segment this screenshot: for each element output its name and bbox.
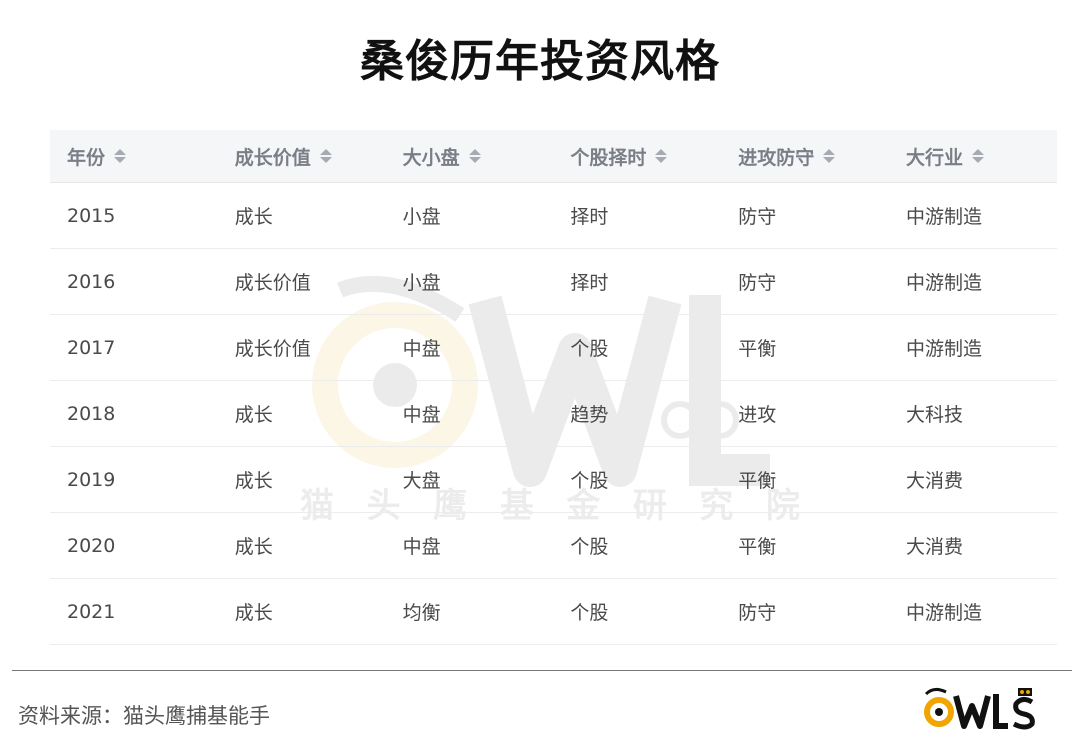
table-cell: 进攻	[738, 404, 777, 426]
table-cell: 大消费	[905, 470, 963, 492]
table-cell: 趋势	[570, 404, 609, 426]
table-cell: 2017	[67, 336, 116, 359]
owls-logo-icon	[924, 687, 1035, 730]
table-cell: 成长	[234, 602, 273, 624]
table-row: 2017 成长价值 中盘 个股 平衡 中游制造	[50, 315, 1057, 381]
table-cell: 大消费	[905, 536, 963, 558]
table-cell: 平衡	[738, 536, 777, 558]
column-header-year[interactable]: 年份	[50, 143, 218, 170]
sort-icon[interactable]	[468, 149, 481, 163]
table-cell: 小盘	[402, 206, 441, 228]
column-header-label: 成长价值	[234, 146, 311, 169]
table-cell: 2015	[67, 204, 116, 227]
table-cell: 平衡	[738, 338, 777, 360]
table-cell: 平衡	[738, 470, 777, 492]
column-header-industry[interactable]: 大行业	[889, 143, 1057, 170]
style-table: 年份 成长价值 大小盘 个股择时 进攻防守 大行业 2015 成长 小盘 择时 …	[50, 130, 1057, 645]
table-cell: 中游制造	[905, 206, 982, 228]
column-header-label: 年份	[67, 146, 106, 169]
column-header-label: 大小盘	[402, 146, 460, 169]
column-header-growth-value[interactable]: 成长价值	[218, 143, 386, 170]
table-cell: 个股	[570, 536, 609, 558]
sort-icon[interactable]	[655, 149, 668, 163]
table-cell: 中游制造	[905, 602, 982, 624]
table-cell: 大盘	[402, 470, 441, 492]
table-row: 2016 成长价值 小盘 择时 防守 中游制造	[50, 249, 1057, 315]
table-cell: 2016	[67, 270, 116, 293]
table-cell: 均衡	[402, 602, 441, 624]
table-cell: 个股	[570, 338, 609, 360]
table-cell: 成长	[234, 470, 273, 492]
table-cell: 成长价值	[234, 272, 311, 294]
footer-divider	[12, 670, 1072, 671]
sort-icon[interactable]	[114, 149, 127, 163]
table-cell: 中游制造	[905, 272, 982, 294]
table-header-row: 年份 成长价值 大小盘 个股择时 进攻防守 大行业	[50, 130, 1057, 183]
table-row: 2019 成长 大盘 个股 平衡 大消费	[50, 447, 1057, 513]
table-cell: 成长	[234, 536, 273, 558]
sort-icon[interactable]	[972, 149, 984, 163]
table-cell: 中游制造	[905, 338, 982, 360]
table-cell: 大科技	[905, 404, 963, 426]
source-note: 资料来源：猫头鹰捕基能手	[18, 704, 270, 728]
table-row: 2015 成长 小盘 择时 防守 中游制造	[50, 183, 1057, 249]
table-cell: 成长	[234, 206, 273, 228]
table-cell: 防守	[738, 602, 777, 624]
table-cell: 中盘	[402, 536, 441, 558]
column-header-stock-timing[interactable]: 个股择时	[553, 143, 721, 170]
table-cell: 成长	[234, 404, 273, 426]
column-header-label: 进攻防守	[738, 146, 815, 169]
table-cell: 中盘	[402, 338, 441, 360]
sort-icon[interactable]	[823, 149, 836, 163]
sort-icon[interactable]	[319, 149, 332, 163]
table-row: 2018 成长 中盘 趋势 进攻 大科技	[50, 381, 1057, 447]
table-cell: 中盘	[402, 404, 441, 426]
table-cell: 个股	[570, 470, 609, 492]
table-cell: 小盘	[402, 272, 441, 294]
column-header-label: 个股择时	[570, 146, 647, 169]
column-header-label: 大行业	[905, 146, 963, 169]
table-cell: 防守	[738, 272, 777, 294]
table-cell: 2020	[67, 534, 116, 557]
table-cell: 个股	[570, 602, 609, 624]
table-cell: 2019	[67, 468, 116, 491]
table-cell: 2018	[67, 402, 116, 425]
column-header-offense-defense[interactable]: 进攻防守	[721, 143, 889, 170]
page-title: 桑俊历年投资风格	[360, 36, 720, 87]
table-cell: 防守	[738, 206, 777, 228]
table-row: 2020 成长 中盘 个股 平衡 大消费	[50, 513, 1057, 579]
table-cell: 择时	[570, 272, 609, 294]
table-cell: 成长价值	[234, 338, 311, 360]
table-cell: 2021	[67, 600, 116, 623]
table-row: 2021 成长 均衡 个股 防守 中游制造	[50, 579, 1057, 645]
column-header-cap-size[interactable]: 大小盘	[386, 143, 554, 170]
table-cell: 择时	[570, 206, 609, 228]
